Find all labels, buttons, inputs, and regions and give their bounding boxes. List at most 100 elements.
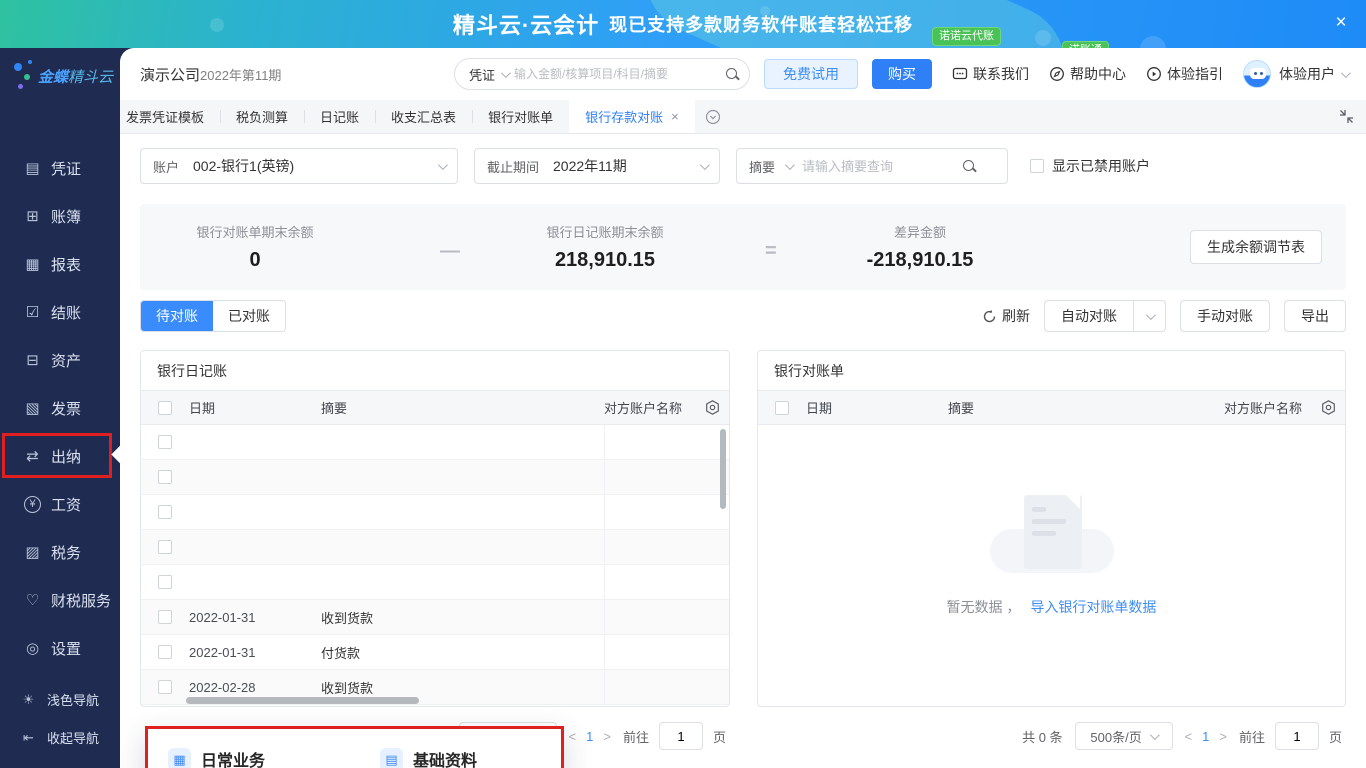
tab-invoice-voucher-template[interactable]: 发票凭证模板: [120, 100, 220, 133]
user-menu-chevron-icon[interactable]: [1340, 67, 1351, 78]
sidebar-item-salary[interactable]: ¥ 工资: [0, 480, 120, 528]
user-name[interactable]: 体验用户: [1279, 64, 1335, 84]
sidebar-item-settings[interactable]: ◎ 设置: [0, 624, 120, 672]
sidebar-item-invoice[interactable]: ▧ 发票: [0, 384, 120, 432]
tab-tax-estimate[interactable]: 税负测算: [220, 100, 304, 133]
table-row[interactable]: [141, 530, 729, 565]
table-row[interactable]: [141, 460, 729, 495]
goto-page-input[interactable]: [658, 722, 703, 750]
sidebar-item-closing[interactable]: ☑ 结账: [0, 288, 120, 336]
auto-reconcile-split-button: 自动对账: [1044, 300, 1166, 332]
chevron-down-icon: [1145, 309, 1156, 320]
page-size-select[interactable]: 500条/页: [1074, 722, 1173, 750]
sidebar-item-voucher[interactable]: ▤ 凭证: [0, 144, 120, 192]
voucher-icon: ▤: [25, 159, 40, 177]
generate-adjustment-table-button[interactable]: 生成余额调节表: [1190, 230, 1322, 264]
search-input[interactable]: [514, 67, 719, 81]
row-checkbox[interactable]: [158, 575, 172, 589]
select-all-checkbox[interactable]: [775, 400, 789, 415]
row-checkbox[interactable]: [158, 540, 172, 554]
row-checkbox[interactable]: [158, 435, 172, 449]
collapse-nav-button[interactable]: ⇤ 收起导航: [0, 718, 120, 756]
sidebar-item-ledger[interactable]: ⊞ 账簿: [0, 192, 120, 240]
auto-reconcile-button[interactable]: 自动对账: [1044, 300, 1134, 332]
account-select[interactable]: 账户 002-银行1(英镑): [140, 148, 458, 184]
base-data-section: ▤ 基础资料 部门职员 薪资类型 凭证规则: [380, 747, 566, 768]
contact-us-button[interactable]: 联系我们: [952, 64, 1029, 84]
sidebar-item-cashier[interactable]: ⇄ 出纳: [0, 432, 120, 480]
tab-journal[interactable]: 日记账: [304, 100, 375, 133]
table-row[interactable]: [141, 565, 729, 600]
sidebar-item-tax[interactable]: ▨ 税务: [0, 528, 120, 576]
tab-list-dropdown[interactable]: [695, 100, 731, 133]
tab-bank-statement[interactable]: 银行对账单: [472, 100, 569, 133]
current-page[interactable]: 1: [1202, 729, 1209, 744]
select-all-checkbox[interactable]: [158, 400, 172, 415]
search-icon[interactable]: [725, 67, 739, 81]
chevron-down-icon[interactable]: [500, 67, 511, 78]
tab-bank-reconciliation-active[interactable]: 银行存款对账 ×: [569, 100, 695, 133]
statement-pagination: 共 0 条 500条/页 < 1 > 前往 页: [757, 721, 1346, 751]
export-button[interactable]: 导出: [1284, 300, 1346, 332]
next-page-button[interactable]: >: [603, 729, 611, 744]
prev-page-button[interactable]: <: [1185, 729, 1193, 744]
table-row[interactable]: [141, 425, 729, 460]
equals-operator: =: [765, 240, 777, 262]
balance-summary: 银行对账单期末余额 0 — 银行日记账期末余额 218,910.15 = 差异金…: [140, 204, 1346, 290]
user-avatar[interactable]: [1243, 60, 1271, 88]
help-center-button[interactable]: 帮助中心: [1049, 64, 1126, 84]
table-row[interactable]: 2022-01-31 收到货款: [141, 600, 729, 635]
search-icon[interactable]: [962, 159, 976, 173]
sidebar-item-report[interactable]: ▦ 报表: [0, 240, 120, 288]
row-checkbox[interactable]: [158, 610, 172, 624]
panel-title: 银行日记账: [141, 351, 729, 391]
table-row[interactable]: 2022-01-31 付货款: [141, 635, 729, 670]
chevron-down-icon: [1149, 729, 1160, 740]
banner-title-text: 现已支持多款财务软件账套轻松迁移: [609, 15, 914, 35]
prev-page-button[interactable]: <: [569, 729, 577, 744]
summary-search-input[interactable]: [802, 158, 953, 174]
column-settings-icon[interactable]: [1320, 399, 1337, 416]
reconciled-tab[interactable]: 已对账: [213, 301, 285, 331]
tab-income-expense-summary[interactable]: 收支汇总表: [375, 100, 472, 133]
statement-balance: 银行对账单期末余额 0: [196, 225, 314, 271]
banner-close-icon[interactable]: ×: [1330, 12, 1352, 34]
company-name: 演示公司: [140, 66, 201, 84]
free-trial-button[interactable]: 免费试用: [764, 59, 858, 89]
row-checkbox[interactable]: [158, 470, 172, 484]
row-checkbox[interactable]: [158, 505, 172, 519]
asset-icon: ⊟: [26, 351, 39, 369]
horizontal-scrollbar[interactable]: [186, 697, 419, 704]
auto-reconcile-dropdown[interactable]: [1134, 300, 1166, 332]
light-theme-toggle[interactable]: ☀ 浅色导航: [0, 680, 120, 718]
report-icon: ▦: [25, 255, 40, 273]
table-row[interactable]: [141, 495, 729, 530]
sidebar-item-fiscal-service[interactable]: ♡ 财税服务: [0, 576, 120, 624]
chevron-down-icon: [699, 159, 710, 170]
chevron-down-icon[interactable]: [784, 159, 795, 170]
banner-badge-nuonuo: 诺诺云代账: [932, 27, 1001, 46]
collapse-nav-icon: ⇤: [23, 729, 34, 745]
experience-guide-button[interactable]: 体验指引: [1146, 64, 1223, 84]
checkbox-icon[interactable]: [1030, 159, 1044, 173]
tab-close-icon[interactable]: ×: [671, 109, 679, 124]
row-checkbox[interactable]: [158, 645, 172, 659]
goto-page-input[interactable]: [1274, 722, 1319, 750]
refresh-button[interactable]: 刷新: [982, 306, 1030, 326]
panel-title: 银行对账单: [758, 351, 1345, 391]
column-settings-icon[interactable]: [704, 399, 721, 416]
fullscreen-toggle-icon[interactable]: [1339, 109, 1354, 124]
period-select[interactable]: 截止期间 2022年11期: [474, 148, 720, 184]
accounting-period: 2022年第11期: [200, 67, 282, 83]
current-page[interactable]: 1: [586, 729, 593, 744]
sidebar-item-asset[interactable]: ⊟ 资产: [0, 336, 120, 384]
show-disabled-accounts-checkbox[interactable]: 显示已禁用账户: [1030, 156, 1150, 176]
row-checkbox[interactable]: [158, 680, 172, 694]
import-statement-link[interactable]: 导入银行对账单数据: [1030, 599, 1156, 615]
vertical-scrollbar[interactable]: [720, 429, 726, 509]
next-page-button[interactable]: >: [1219, 729, 1227, 744]
search-category[interactable]: 凭证: [469, 65, 495, 84]
manual-reconcile-button[interactable]: 手动对账: [1180, 300, 1270, 332]
pending-reconcile-tab[interactable]: 待对账: [141, 301, 213, 331]
buy-button[interactable]: 购买: [872, 59, 932, 89]
